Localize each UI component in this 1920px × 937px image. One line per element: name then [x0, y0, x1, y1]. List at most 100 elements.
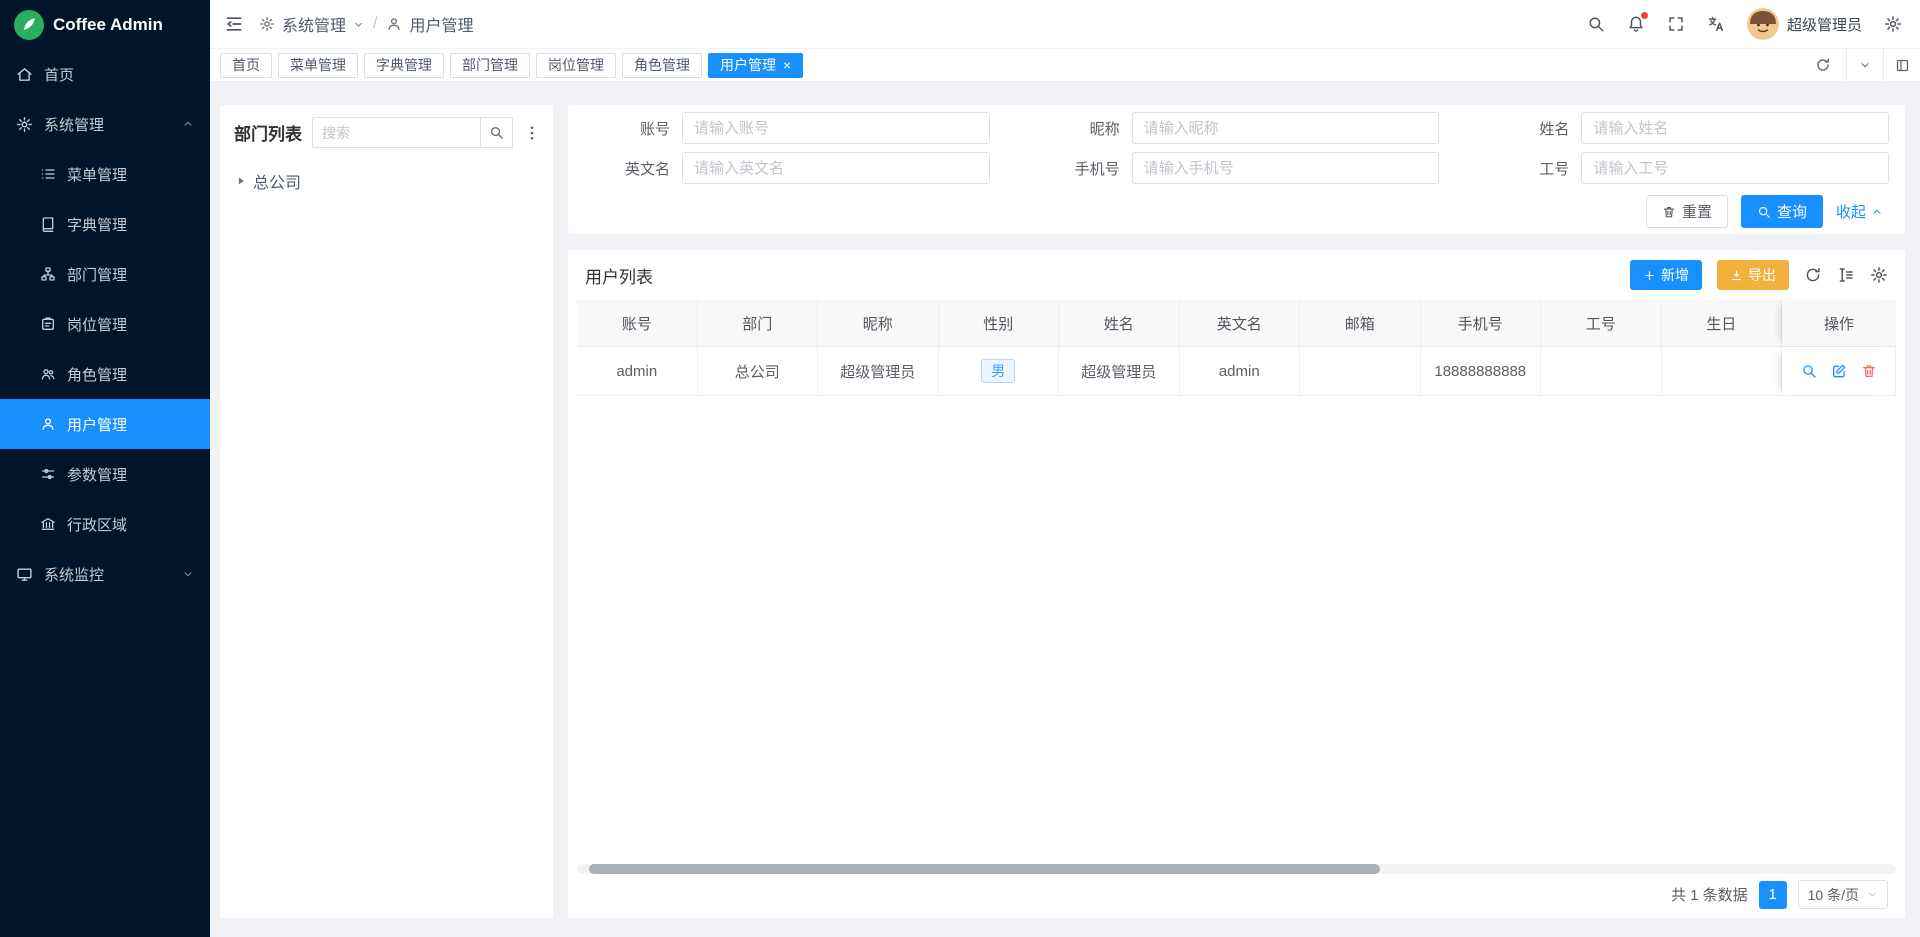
- notifications-button[interactable]: [1627, 15, 1645, 33]
- tab-home[interactable]: 首页: [220, 53, 272, 78]
- page-size-select[interactable]: 10 条/页: [1798, 880, 1888, 909]
- tab-user-mgmt[interactable]: 用户管理 ×: [708, 53, 803, 78]
- coffee-logo-icon: [14, 10, 44, 40]
- tab-dict-mgmt[interactable]: 字典管理: [364, 53, 444, 78]
- dept-search-input[interactable]: [312, 117, 480, 148]
- search-icon[interactable]: [1587, 15, 1605, 33]
- gender-tag: 男: [981, 359, 1015, 383]
- cell-account: admin: [577, 347, 698, 395]
- nickname-input[interactable]: [1132, 112, 1440, 144]
- more-options-icon[interactable]: [523, 124, 541, 142]
- header-actions: 超级管理员: [1587, 8, 1902, 40]
- account-input[interactable]: [682, 112, 990, 144]
- tab-label: 岗位管理: [548, 55, 604, 75]
- scrollbar-thumb[interactable]: [589, 864, 1380, 874]
- sidebar-item-system-mgmt[interactable]: 系统管理: [0, 99, 210, 149]
- col-account: 账号: [577, 300, 698, 346]
- org-tree-icon: [40, 266, 56, 282]
- tabbar-controls: [1800, 49, 1920, 81]
- edit-icon[interactable]: [1831, 363, 1847, 379]
- sidebar-item-label: 行政区域: [67, 514, 194, 535]
- cell-email: [1300, 347, 1421, 395]
- tab-label: 菜单管理: [290, 55, 346, 75]
- chevron-down-icon: [353, 19, 364, 30]
- add-label: 新增: [1661, 265, 1689, 285]
- col-work-id: 工号: [1541, 300, 1662, 346]
- sidebar-collapse-icon[interactable]: [224, 14, 244, 34]
- chevron-down-icon: [1867, 889, 1878, 900]
- tab-dept-mgmt[interactable]: 部门管理: [450, 53, 530, 78]
- download-icon: [1730, 269, 1743, 282]
- dictionary-icon: [40, 216, 56, 232]
- sidebar-item-post-mgmt[interactable]: 岗位管理: [0, 299, 210, 349]
- page-button-1[interactable]: 1: [1759, 881, 1787, 909]
- chevron-down-icon: [1859, 59, 1871, 71]
- user-menu[interactable]: 超级管理员: [1747, 8, 1862, 40]
- user-table: 账号 部门 昵称 性别 姓名 英文名 邮箱 手机号 工号 生日 操作 admin…: [577, 300, 1896, 396]
- refresh-icon[interactable]: [1804, 266, 1822, 284]
- translate-icon[interactable]: [1707, 15, 1725, 33]
- chevron-up-icon: [182, 118, 194, 130]
- sidebar-item-dept-mgmt[interactable]: 部门管理: [0, 249, 210, 299]
- col-name: 姓名: [1059, 300, 1180, 346]
- fullscreen-icon[interactable]: [1667, 15, 1685, 33]
- caret-right-icon[interactable]: [236, 176, 246, 186]
- sidebar-item-role-mgmt[interactable]: 角色管理: [0, 349, 210, 399]
- sidebar-item-label: 字典管理: [67, 214, 194, 235]
- export-button[interactable]: 导出: [1717, 260, 1789, 290]
- english-name-input[interactable]: [682, 152, 990, 184]
- name-input[interactable]: [1581, 112, 1889, 144]
- add-button[interactable]: 新增: [1630, 260, 1702, 290]
- avatar: [1747, 8, 1779, 40]
- horizontal-scrollbar[interactable]: [577, 864, 1896, 874]
- phone-input[interactable]: [1132, 152, 1440, 184]
- field-label: 账号: [578, 118, 670, 139]
- close-icon[interactable]: ×: [783, 58, 791, 72]
- sidebar-item-home[interactable]: 首页: [0, 49, 210, 99]
- refresh-tab-button[interactable]: [1800, 57, 1846, 73]
- app-logo[interactable]: Coffee Admin: [0, 0, 210, 49]
- cell-birthday: [1662, 347, 1783, 395]
- export-label: 导出: [1748, 265, 1776, 285]
- search-actions: 重置 查询 收起: [568, 184, 1905, 228]
- layout-icon: [1895, 58, 1910, 73]
- col-gender: 性别: [939, 300, 1060, 346]
- sidebar-item-param-mgmt[interactable]: 参数管理: [0, 449, 210, 499]
- breadcrumb-system-mgmt[interactable]: 系统管理: [282, 12, 346, 36]
- sidebar-item-user-mgmt[interactable]: 用户管理: [0, 399, 210, 449]
- table-settings-icon[interactable]: [1870, 266, 1888, 284]
- query-label: 查询: [1777, 201, 1807, 222]
- tab-post-mgmt[interactable]: 岗位管理: [536, 53, 616, 78]
- tab-role-mgmt[interactable]: 角色管理: [622, 53, 702, 78]
- settings-gear-icon[interactable]: [1884, 15, 1902, 33]
- sidebar-item-region[interactable]: 行政区域: [0, 499, 210, 549]
- view-icon[interactable]: [1801, 363, 1817, 379]
- sidebar-item-system-monitor[interactable]: 系统监控: [0, 549, 210, 599]
- dept-search-button[interactable]: [480, 117, 513, 148]
- layout-toggle-button[interactable]: [1883, 49, 1920, 81]
- clear-icon: [1662, 205, 1676, 219]
- col-phone: 手机号: [1421, 300, 1542, 346]
- column-density-icon[interactable]: [1837, 266, 1855, 284]
- field-phone: 手机号: [1028, 152, 1440, 184]
- collapse-link[interactable]: 收起: [1836, 201, 1883, 222]
- query-button[interactable]: 查询: [1741, 195, 1823, 228]
- reset-label: 重置: [1682, 201, 1712, 222]
- home-icon: [16, 66, 33, 83]
- region-icon: [40, 516, 56, 532]
- delete-icon[interactable]: [1861, 363, 1877, 379]
- sidebar-item-dict-mgmt[interactable]: 字典管理: [0, 199, 210, 249]
- work-id-input[interactable]: [1581, 152, 1889, 184]
- cell-phone: 18888888888: [1421, 347, 1542, 395]
- tabs-dropdown-button[interactable]: [1846, 49, 1883, 81]
- field-work-id: 工号: [1477, 152, 1889, 184]
- gear-icon: [16, 116, 33, 133]
- cell-nickname: 超级管理员: [818, 347, 939, 395]
- sidebar-item-menu-mgmt[interactable]: 菜单管理: [0, 149, 210, 199]
- sidebar-item-label: 参数管理: [67, 464, 194, 485]
- tree-node-company[interactable]: 总公司: [226, 164, 547, 198]
- reset-button[interactable]: 重置: [1646, 195, 1728, 228]
- cell-gender: 男: [939, 347, 1060, 395]
- tab-menu-mgmt[interactable]: 菜单管理: [278, 53, 358, 78]
- notification-badge: [1641, 12, 1648, 19]
